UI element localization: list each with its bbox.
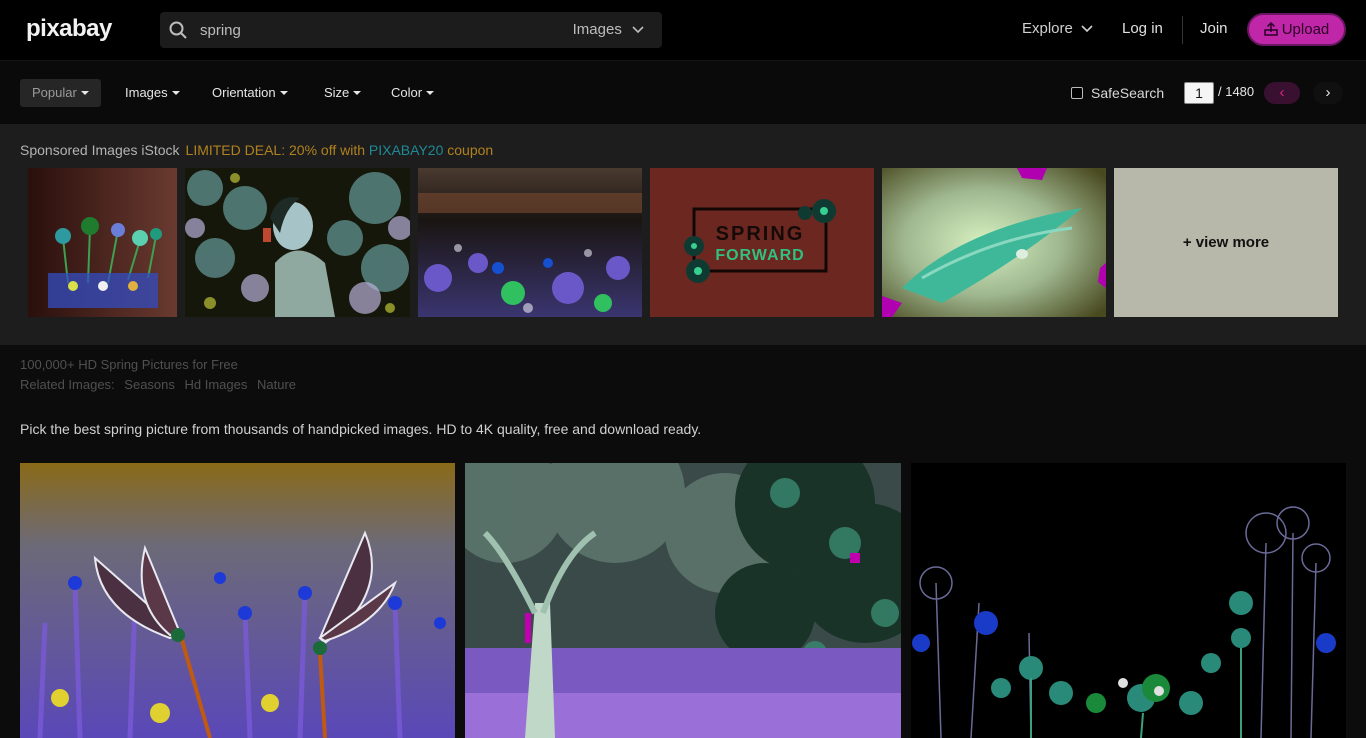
filter-label: Orientation: [212, 85, 276, 100]
sponsored-image[interactable]: SPRING FORWARD: [650, 168, 874, 317]
filter-orientation[interactable]: Orientation: [200, 79, 300, 107]
related-label: Related Images:: [20, 377, 115, 392]
search-input[interactable]: [200, 12, 580, 48]
join-link[interactable]: Join: [1200, 20, 1228, 37]
deal-suffix: coupon: [443, 142, 494, 158]
spring-forward-line2: FORWARD: [715, 247, 804, 264]
caret-down-icon: [171, 91, 180, 95]
deal-text[interactable]: LIMITED DEAL: 20% off with PIXABAY20 cou…: [186, 142, 494, 158]
sponsored-image[interactable]: [418, 168, 642, 317]
filter-popular[interactable]: Popular: [20, 79, 101, 107]
sponsored-image[interactable]: [185, 168, 410, 317]
top-bar: pixabay Images Explore Log in Join Uploa…: [0, 0, 1366, 60]
result-image[interactable]: [20, 463, 455, 738]
filter-images[interactable]: Images: [113, 79, 192, 107]
login-link[interactable]: Log in: [1122, 20, 1163, 37]
safesearch-checkbox[interactable]: [1071, 87, 1083, 99]
deal-prefix: LIMITED DEAL: 20% off with: [185, 142, 369, 158]
header-divider: [1182, 16, 1183, 44]
upload-button[interactable]: Upload: [1247, 13, 1346, 46]
spring-forward-line1: SPRING: [716, 223, 805, 245]
chevron-down-icon: [632, 26, 644, 34]
results-section: 100,000+ HD Spring Pictures for Free Rel…: [0, 345, 1366, 738]
results-description: Pick the best spring picture from thousa…: [20, 421, 702, 437]
search-bar: Images: [160, 12, 662, 48]
sponsored-heading: Sponsored Images iStock LIMITED DEAL: 20%…: [20, 142, 493, 158]
results-title: 100,000+ HD Spring Pictures for Free: [20, 357, 238, 372]
related-link-hd-images[interactable]: Hd Images: [185, 377, 248, 392]
sponsored-label: Sponsored Images iStock: [20, 142, 180, 158]
related-link-seasons[interactable]: Seasons: [124, 377, 175, 392]
sponsored-section: Sponsored Images iStock LIMITED DEAL: 20%…: [0, 124, 1366, 345]
deal-code: PIXABAY20: [368, 142, 444, 158]
pixabay-logo[interactable]: pixabay: [26, 15, 112, 43]
result-image[interactable]: [911, 463, 1346, 738]
page-total: / 1480: [1218, 84, 1255, 99]
filter-bar: Popular Images Orientation Size Color Sa…: [0, 60, 1366, 124]
filter-label: Color: [391, 85, 423, 100]
filter-size[interactable]: Size: [312, 79, 373, 107]
filter-label: Size: [324, 85, 350, 100]
filter-color[interactable]: Color: [379, 79, 446, 107]
related-link-nature[interactable]: Nature: [257, 377, 296, 392]
filter-label: Popular: [32, 85, 77, 100]
safesearch-label: SafeSearch: [1091, 85, 1165, 101]
page-number-input[interactable]: 1: [1184, 82, 1214, 104]
prev-page-button[interactable]: ‹: [1264, 82, 1300, 104]
explore-label: Explore: [1022, 20, 1073, 37]
caret-down-icon: [426, 91, 435, 95]
related-images: Related Images: Seasons Hd Images Nature: [20, 377, 302, 392]
chevron-down-icon: [1081, 25, 1093, 33]
caret-down-icon: [80, 91, 89, 95]
explore-menu[interactable]: Explore: [1022, 20, 1093, 37]
caret-down-icon: [353, 91, 362, 95]
search-type-label: Images: [572, 21, 622, 38]
sponsored-image[interactable]: [28, 168, 177, 317]
upload-label: Upload: [1281, 21, 1330, 38]
safesearch-toggle[interactable]: SafeSearch: [1071, 85, 1164, 101]
search-icon[interactable]: [169, 21, 187, 39]
filter-label: Images: [125, 85, 168, 100]
next-page-button[interactable]: ›: [1313, 82, 1343, 104]
search-type-select[interactable]: Images: [573, 21, 644, 38]
sponsored-image[interactable]: [882, 168, 1106, 317]
view-more-button[interactable]: + view more: [1114, 168, 1338, 317]
result-image[interactable]: [465, 463, 901, 738]
caret-down-icon: [279, 91, 288, 95]
upload-icon: [1263, 21, 1278, 36]
